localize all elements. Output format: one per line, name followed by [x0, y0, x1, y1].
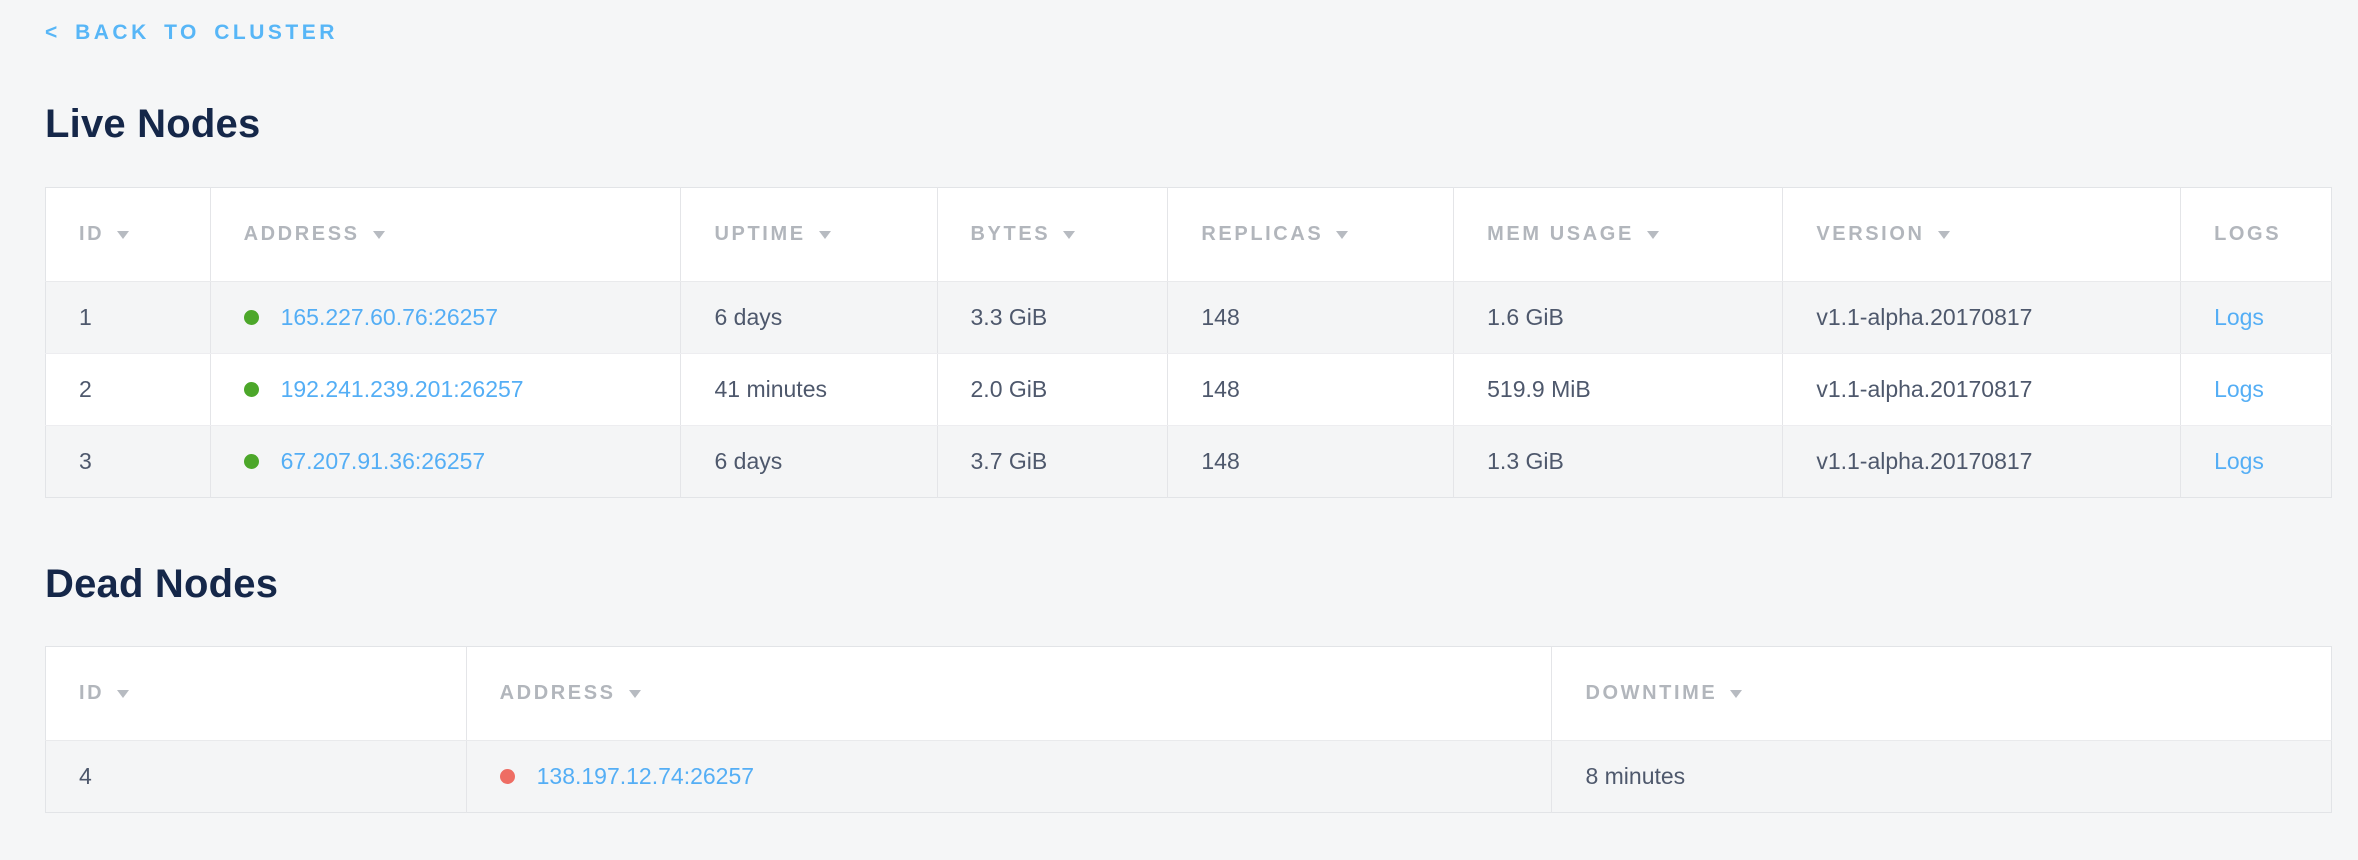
sort-arrow-icon — [1730, 690, 1742, 698]
dead-status-icon — [500, 769, 515, 784]
table-row: 4 138.197.12.74:26257 8 minutes — [46, 741, 2332, 813]
table-row: 1 165.227.60.76:26257 6 days 3.3 GiB 148… — [46, 282, 2332, 354]
live-column-header-bytes[interactable]: BYTES — [937, 188, 1168, 282]
node-address-cell: 138.197.12.74:26257 — [466, 741, 1552, 813]
column-label: UPTIME — [714, 223, 805, 245]
column-label: ID — [79, 682, 104, 704]
node-list-page: < BACK TO CLUSTER Live Nodes ID ADDRESS … — [0, 0, 2358, 860]
live-column-header-uptime[interactable]: UPTIME — [681, 188, 937, 282]
sort-arrow-icon — [1938, 231, 1950, 239]
node-address-cell: 67.207.91.36:26257 — [210, 426, 681, 498]
node-version-cell: v1.1-alpha.20170817 — [1783, 282, 2181, 354]
live-column-header-logs: LOGS — [2181, 188, 2332, 282]
sort-arrow-icon — [373, 231, 385, 239]
node-address-cell: 165.227.60.76:26257 — [210, 282, 681, 354]
logs-link[interactable]: Logs — [2214, 376, 2264, 402]
live-status-icon — [244, 454, 259, 469]
back-to-cluster-link[interactable]: < BACK TO CLUSTER — [45, 20, 338, 46]
live-nodes-title: Live Nodes — [45, 100, 2332, 148]
node-bytes-cell: 3.3 GiB — [937, 282, 1168, 354]
node-version-cell: v1.1-alpha.20170817 — [1783, 354, 2181, 426]
node-version-cell: v1.1-alpha.20170817 — [1783, 426, 2181, 498]
node-mem-usage-cell: 1.6 GiB — [1454, 282, 1783, 354]
node-replicas-cell: 148 — [1168, 282, 1454, 354]
node-uptime-cell: 41 minutes — [681, 354, 937, 426]
column-label: REPLICAS — [1201, 223, 1323, 245]
dead-column-header-downtime[interactable]: DOWNTIME — [1552, 647, 2332, 741]
table-row: 3 67.207.91.36:26257 6 days 3.7 GiB 148 … — [46, 426, 2332, 498]
sort-arrow-icon — [117, 231, 129, 239]
live-column-header-replicas[interactable]: REPLICAS — [1168, 188, 1454, 282]
node-bytes-cell: 3.7 GiB — [937, 426, 1168, 498]
column-label: LOGS — [2214, 223, 2281, 245]
node-id-cell: 2 — [46, 354, 211, 426]
dead-column-header-address[interactable]: ADDRESS — [466, 647, 1552, 741]
sort-arrow-icon — [819, 231, 831, 239]
node-bytes-cell: 2.0 GiB — [937, 354, 1168, 426]
logs-link[interactable]: Logs — [2214, 304, 2264, 330]
node-logs-cell: Logs — [2181, 426, 2332, 498]
live-column-header-address[interactable]: ADDRESS — [210, 188, 681, 282]
live-column-header-id[interactable]: ID — [46, 188, 211, 282]
live-column-header-version[interactable]: VERSION — [1783, 188, 2181, 282]
node-uptime-cell: 6 days — [681, 282, 937, 354]
node-logs-cell: Logs — [2181, 354, 2332, 426]
node-uptime-cell: 6 days — [681, 426, 937, 498]
sort-arrow-icon — [117, 690, 129, 698]
column-label: ID — [79, 223, 104, 245]
column-label: VERSION — [1816, 223, 1924, 245]
live-table-header-row: ID ADDRESS UPTIME BYTES REPLICAS MEM USA… — [46, 188, 2332, 282]
node-address-link[interactable]: 138.197.12.74:26257 — [537, 763, 754, 789]
node-id-cell: 4 — [46, 741, 467, 813]
dead-table-header-row: ID ADDRESS DOWNTIME — [46, 647, 2332, 741]
node-logs-cell: Logs — [2181, 282, 2332, 354]
node-address-cell: 192.241.239.201:26257 — [210, 354, 681, 426]
column-label: BYTES — [971, 223, 1051, 245]
sort-arrow-icon — [629, 690, 641, 698]
sort-arrow-icon — [1336, 231, 1348, 239]
dead-nodes-title: Dead Nodes — [45, 560, 2332, 608]
live-nodes-table: ID ADDRESS UPTIME BYTES REPLICAS MEM USA… — [45, 187, 2332, 498]
column-label: ADDRESS — [500, 682, 616, 704]
dead-nodes-table: ID ADDRESS DOWNTIME 4 138.197.12.74:2625… — [45, 646, 2332, 813]
dead-column-header-id[interactable]: ID — [46, 647, 467, 741]
column-label: DOWNTIME — [1585, 682, 1717, 704]
sort-arrow-icon — [1063, 231, 1075, 239]
live-column-header-mem-usage[interactable]: MEM USAGE — [1454, 188, 1783, 282]
node-id-cell: 1 — [46, 282, 211, 354]
node-address-link[interactable]: 165.227.60.76:26257 — [281, 304, 498, 330]
column-label: MEM USAGE — [1487, 223, 1634, 245]
node-address-link[interactable]: 67.207.91.36:26257 — [281, 448, 486, 474]
node-mem-usage-cell: 1.3 GiB — [1454, 426, 1783, 498]
table-row: 2 192.241.239.201:26257 41 minutes 2.0 G… — [46, 354, 2332, 426]
logs-link[interactable]: Logs — [2214, 448, 2264, 474]
node-replicas-cell: 148 — [1168, 426, 1454, 498]
column-label: ADDRESS — [244, 223, 360, 245]
live-status-icon — [244, 310, 259, 325]
node-mem-usage-cell: 519.9 MiB — [1454, 354, 1783, 426]
sort-arrow-icon — [1647, 231, 1659, 239]
node-address-link[interactable]: 192.241.239.201:26257 — [281, 376, 524, 402]
node-id-cell: 3 — [46, 426, 211, 498]
live-status-icon — [244, 382, 259, 397]
node-downtime-cell: 8 minutes — [1552, 741, 2332, 813]
node-replicas-cell: 148 — [1168, 354, 1454, 426]
